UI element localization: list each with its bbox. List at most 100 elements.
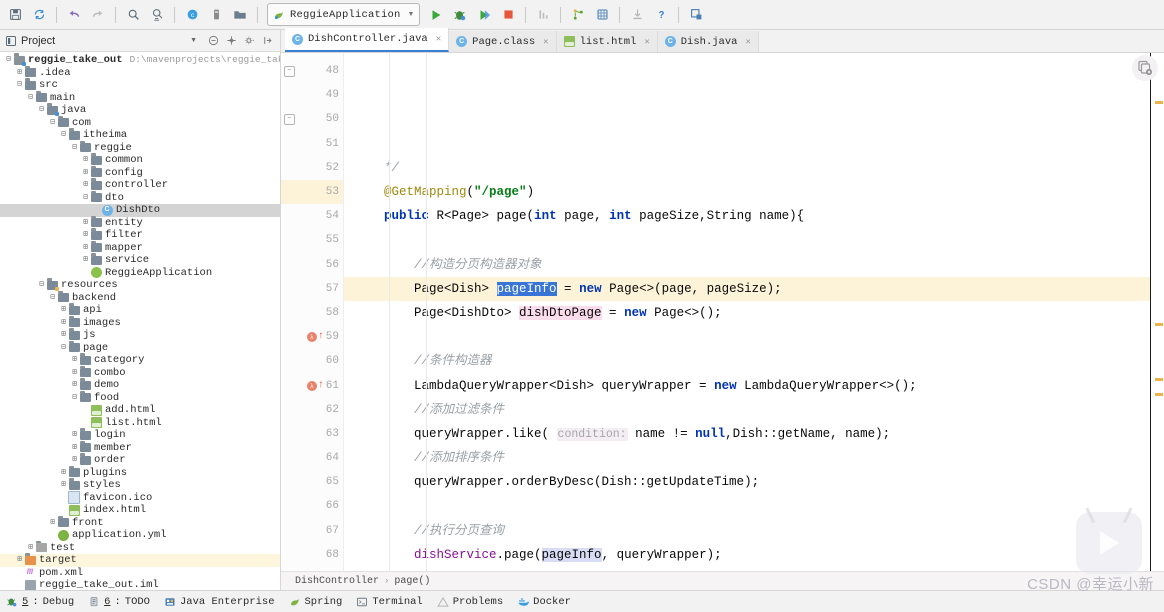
gutter-line-48[interactable]: − 48 bbox=[281, 59, 343, 83]
tree-node-test[interactable]: ⊞ test bbox=[0, 540, 280, 555]
breadcrumb[interactable]: DishController › page() bbox=[281, 571, 1164, 590]
tree-node-controller[interactable]: ⊞ controller bbox=[0, 178, 280, 192]
gutter-line-53[interactable]: 53 bbox=[281, 179, 343, 205]
expand-handle-icon[interactable]: ⊞ bbox=[81, 256, 90, 264]
tree-node-styles[interactable]: ⊞ styles bbox=[0, 478, 280, 492]
gutter-line-55[interactable]: 55 bbox=[281, 228, 343, 252]
status-item-spring[interactable]: Spring bbox=[289, 596, 342, 608]
code-line-60[interactable]: //添加排序条件 bbox=[354, 446, 1164, 470]
status-item-docker[interactable]: Docker bbox=[517, 596, 571, 608]
expand-handle-icon[interactable]: ⊞ bbox=[81, 156, 90, 164]
collapse-handle-icon[interactable]: ⊟ bbox=[81, 193, 90, 202]
expand-handle-icon[interactable]: ⊞ bbox=[59, 306, 68, 314]
gutter-line-66[interactable]: 66 bbox=[281, 494, 343, 518]
code-line-59[interactable]: queryWrapper.like( condition: name != nu… bbox=[354, 422, 1164, 446]
code-line-54[interactable]: Page<DishDto> dishDtoPage = new Page<>()… bbox=[354, 301, 1164, 325]
lambda-marker-icon[interactable]: λ bbox=[306, 332, 317, 343]
close-icon[interactable]: ✕ bbox=[644, 37, 649, 47]
tree-node-java[interactable]: ⊟ java bbox=[0, 103, 280, 117]
code-line-53[interactable]: Page<Dish> pageInfo = new Page<>(page, p… bbox=[344, 276, 1164, 301]
run-with-coverage-button[interactable] bbox=[473, 4, 495, 26]
expand-handle-icon[interactable]: ⊞ bbox=[81, 231, 90, 239]
tree-node-plugins[interactable]: ⊞ plugins bbox=[0, 465, 280, 480]
close-icon[interactable]: ✕ bbox=[436, 34, 441, 44]
tree-node-reggie[interactable]: ⊟ reggie bbox=[0, 140, 280, 155]
tree-node-demo[interactable]: ⊞ demo bbox=[0, 378, 280, 392]
code-line-57[interactable]: LambdaQueryWrapper<Dish> queryWrapper = … bbox=[354, 374, 1164, 398]
expand-handle-icon[interactable]: ⊞ bbox=[81, 181, 90, 189]
gutter-line-67[interactable]: 67 bbox=[281, 519, 343, 543]
status-item-terminal[interactable]: Terminal bbox=[356, 596, 423, 608]
gutter-line-65[interactable]: 65 bbox=[281, 470, 343, 494]
expand-handle-icon[interactable]: ⊞ bbox=[59, 318, 68, 327]
expand-handle-icon[interactable]: ⊞ bbox=[70, 356, 79, 364]
code-line-52[interactable]: //构造分页构造器对象 bbox=[354, 253, 1164, 277]
tree-node-backend[interactable]: ⊟ backend bbox=[0, 290, 280, 305]
collapse-handle-icon[interactable]: ⊟ bbox=[37, 106, 46, 114]
status-item-debug[interactable]: 5: Debug bbox=[6, 596, 74, 608]
close-icon[interactable]: ✕ bbox=[745, 37, 750, 47]
expand-handle-icon[interactable]: ⊞ bbox=[59, 331, 68, 339]
error-stripe[interactable] bbox=[1155, 323, 1163, 326]
gutter-line-57[interactable]: 57 bbox=[281, 277, 343, 301]
status-item-todo[interactable]: 6: TODO bbox=[88, 596, 150, 608]
fold-handle-icon[interactable]: − bbox=[284, 65, 295, 77]
editor-tab-dishcontroller-java[interactable]: C DishController.java ✕ bbox=[285, 28, 450, 52]
gutter-line-61[interactable]: λ ↑ 61 bbox=[281, 373, 343, 397]
tree-node-com[interactable]: ⊟ com bbox=[0, 115, 280, 130]
update-project-icon[interactable] bbox=[626, 4, 648, 26]
tree-node-api[interactable]: ⊞ api bbox=[0, 303, 280, 317]
expand-handle-icon[interactable]: ⊞ bbox=[81, 218, 90, 227]
hide-icon[interactable] bbox=[261, 34, 274, 47]
gutter-line-50[interactable]: − 50 bbox=[281, 107, 343, 131]
code-line-62[interactable] bbox=[354, 494, 1164, 518]
expand-handle-icon[interactable]: ⊞ bbox=[81, 168, 90, 177]
code-line-56[interactable]: //条件构造器 bbox=[354, 349, 1164, 373]
gutter-line-69[interactable]: 69 bbox=[281, 567, 343, 571]
gutter-line-64[interactable]: 64 bbox=[281, 446, 343, 470]
editor-tab-list-html[interactable]: list.html ✕ bbox=[556, 31, 658, 52]
search-icon[interactable] bbox=[122, 4, 144, 26]
tree-node-config[interactable]: ⊞ config bbox=[0, 165, 280, 180]
open-folder-icon[interactable] bbox=[229, 4, 251, 26]
tree-node-list-html[interactable]: list.html bbox=[0, 417, 280, 430]
tree-node-order[interactable]: ⊞ order bbox=[0, 453, 280, 467]
status-item-problems[interactable]: Problems bbox=[437, 596, 503, 608]
tree-node-filter[interactable]: ⊞ filter bbox=[0, 228, 280, 242]
navigate-up-icon[interactable]: ↑ bbox=[318, 332, 324, 342]
sync-icon[interactable] bbox=[28, 4, 50, 26]
tree-node-js[interactable]: ⊞ js bbox=[0, 328, 280, 342]
code-viewport[interactable]: */ @GetMapping("/page") public R<Page> p… bbox=[344, 53, 1164, 571]
gutter-line-60[interactable]: 60 bbox=[281, 349, 343, 373]
tree-node-images[interactable]: ⊞ images bbox=[0, 315, 280, 330]
lambda-marker-icon[interactable]: λ bbox=[306, 380, 317, 391]
code-line-51[interactable] bbox=[354, 228, 1164, 252]
status-item-java-enterprise[interactable]: Java Enterprise bbox=[164, 596, 275, 608]
tree-node-service[interactable]: ⊞ service bbox=[0, 253, 280, 267]
project-tree[interactable]: ⊟ reggie_take_out D:\mavenprojects\reggie_… bbox=[0, 52, 280, 590]
error-stripe[interactable] bbox=[1155, 101, 1163, 104]
editor-gutter[interactable]: −48 49−50 51 52 53 54 55 56 57 58 λ ↑ 59 60 λ ↑ 61 62 63 64… bbox=[281, 53, 344, 571]
code-line-65[interactable] bbox=[354, 567, 1164, 571]
navigate-up-icon[interactable]: ↑ bbox=[318, 380, 324, 391]
collapse-handle-icon[interactable]: ⊟ bbox=[70, 393, 79, 402]
tree-node-login[interactable]: ⊞ login bbox=[0, 428, 280, 442]
code-line-55[interactable] bbox=[354, 325, 1164, 349]
expand-handle-icon[interactable]: ⊞ bbox=[15, 556, 24, 564]
gutter-line-68[interactable]: 68 bbox=[281, 543, 343, 567]
expand-handle-icon[interactable]: ⊞ bbox=[70, 368, 79, 377]
tree-node-target[interactable]: ⊞ target bbox=[0, 553, 280, 567]
tree-node-member[interactable]: ⊞ member bbox=[0, 440, 280, 455]
git-branch-icon[interactable] bbox=[567, 4, 589, 26]
collapse-handle-icon[interactable]: ⊟ bbox=[4, 56, 13, 64]
tree-node-combo[interactable]: ⊞ combo bbox=[0, 365, 280, 380]
profiler-icon[interactable] bbox=[532, 4, 554, 26]
breadcrumb-class[interactable]: DishController bbox=[295, 576, 379, 587]
redo-icon[interactable] bbox=[87, 4, 109, 26]
gear-icon[interactable] bbox=[243, 34, 256, 47]
compile-icon[interactable]: c bbox=[181, 4, 203, 26]
expand-handle-icon[interactable]: ⊞ bbox=[48, 518, 57, 527]
gutter-line-59[interactable]: λ ↑ 59 bbox=[281, 325, 343, 349]
tree-node-main[interactable]: ⊟ main bbox=[0, 90, 280, 105]
tree-node-itheima[interactable]: ⊟ itheima bbox=[0, 128, 280, 142]
